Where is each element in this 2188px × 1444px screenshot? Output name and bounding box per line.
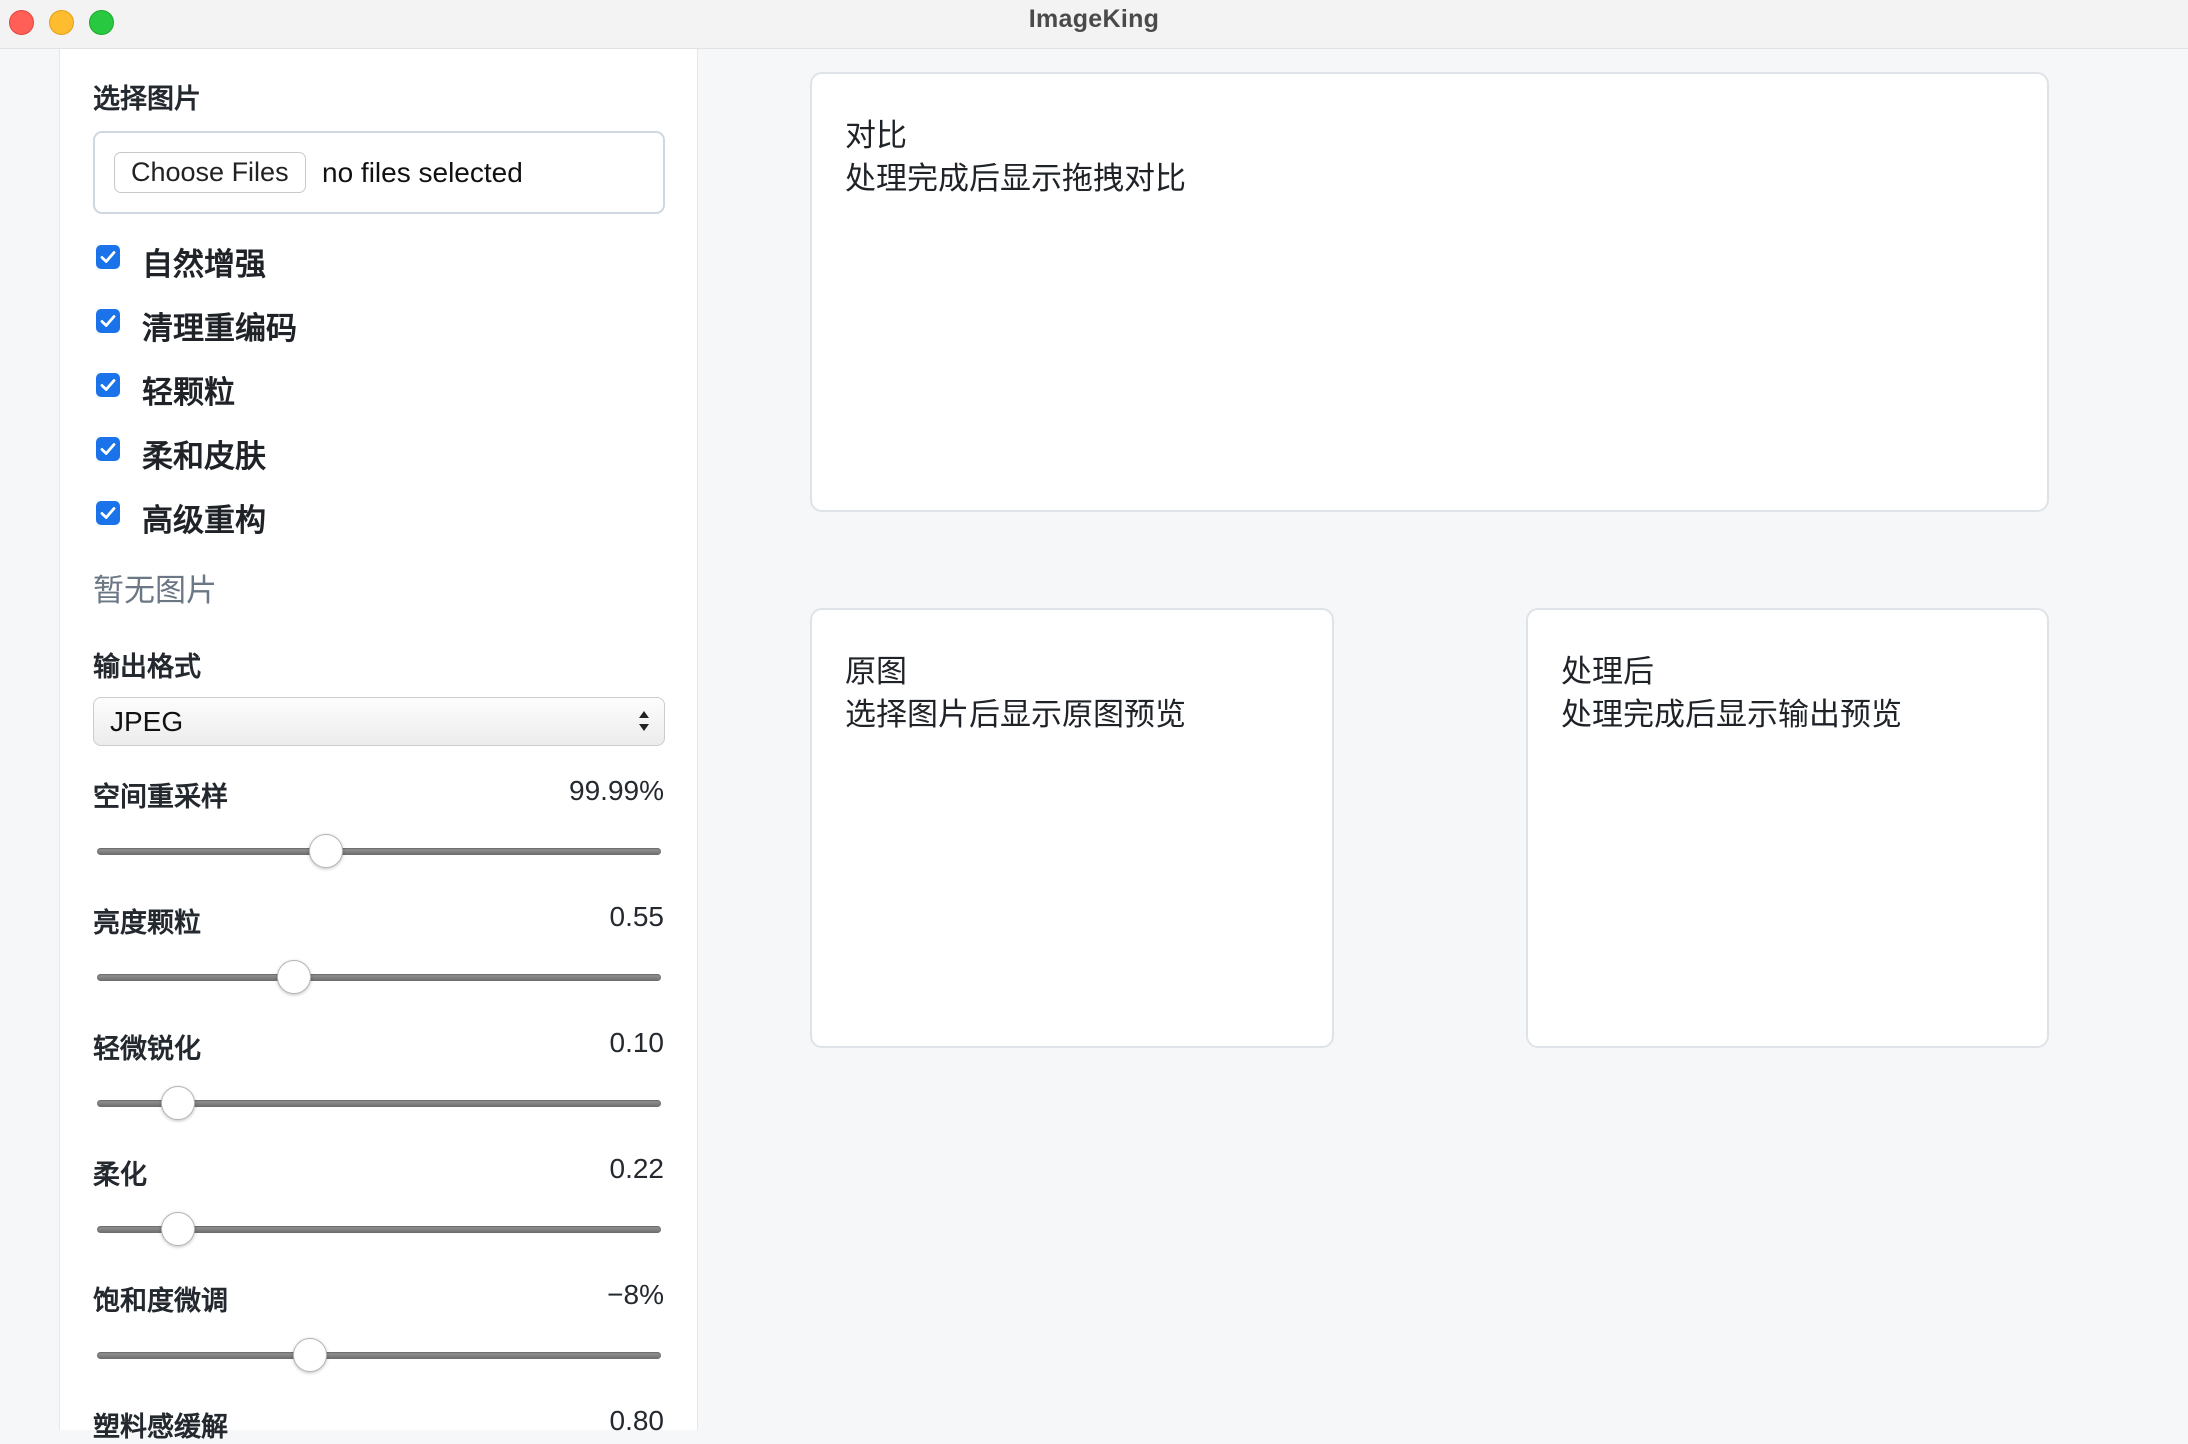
checkmark-icon (100, 315, 116, 327)
processed-title: 处理后 (1561, 654, 1654, 689)
output-format-label: 输出格式 (93, 652, 201, 682)
luma-grain-slider[interactable] (97, 960, 661, 994)
select-image-label: 选择图片 (93, 84, 201, 114)
file-input[interactable]: Choose Files no files selected (93, 131, 665, 214)
slider-value: 0.10 (609, 1027, 665, 1058)
slider-label: 亮度颗粒 (93, 908, 201, 938)
slider-label: 塑料感缓解 (93, 1412, 228, 1442)
slider-value: 99.99% (569, 775, 664, 806)
checkmark-icon (100, 251, 116, 263)
file-status-text: no files selected (322, 157, 523, 188)
checkbox[interactable] (96, 437, 120, 461)
no-image-text: 暂无图片 (93, 573, 217, 608)
processed-placeholder: 处理完成后显示输出预览 (1561, 697, 1902, 732)
light-sharpen-slider[interactable] (97, 1086, 661, 1120)
slider-value: 0.55 (609, 901, 665, 932)
slider-label: 轻微锐化 (93, 1034, 201, 1064)
slider-thumb[interactable] (160, 1086, 195, 1120)
slider-value: −8% (607, 1279, 664, 1310)
app-window: ImageKing 选择图片 Choose Files no files sel… (0, 0, 2188, 1442)
slider-thumb[interactable] (309, 834, 343, 868)
slider-value: 0.22 (609, 1153, 665, 1184)
output-format-select[interactable]: JPEG (93, 697, 665, 746)
option-label: 柔和皮肤 (142, 439, 266, 474)
slider-thumb[interactable] (277, 960, 312, 994)
checkmark-icon (100, 379, 116, 391)
compare-title: 对比 (845, 118, 907, 153)
slider-thumb[interactable] (160, 1212, 195, 1246)
option-label: 清理重编码 (142, 311, 297, 346)
original-placeholder: 选择图片后显示原图预览 (845, 697, 1186, 732)
title-bar: ImageKing (0, 0, 2188, 49)
checkbox[interactable] (96, 309, 120, 333)
slider-value: 0.80 (609, 1405, 665, 1436)
saturation-tweak-slider[interactable] (97, 1338, 661, 1372)
slider-label: 饱和度微调 (93, 1286, 228, 1316)
choose-files-button[interactable]: Choose Files (114, 152, 306, 193)
checkmark-icon (100, 443, 116, 455)
option-label: 高级重构 (142, 503, 266, 538)
compare-placeholder: 处理完成后显示拖拽对比 (845, 161, 1186, 196)
window-title: ImageKing (1028, 5, 1160, 33)
checkbox[interactable] (96, 245, 120, 269)
slider-label: 空间重采样 (93, 782, 228, 812)
option-label: 自然增强 (142, 247, 266, 282)
output-format-value: JPEG (110, 706, 184, 737)
original-preview-panel: 原图 选择图片后显示原图预览 (810, 608, 1334, 1048)
option-label: 轻颗粒 (142, 375, 235, 410)
updown-chevron-icon (639, 711, 649, 731)
original-title: 原图 (845, 654, 907, 689)
soften-slider[interactable] (97, 1212, 661, 1246)
checkmark-icon (100, 507, 116, 519)
slider-label: 柔化 (93, 1160, 147, 1190)
processed-preview-panel: 处理后 处理完成后显示输出预览 (1526, 608, 2049, 1048)
checkbox[interactable] (96, 373, 120, 397)
compare-panel[interactable]: 对比 处理完成后显示拖拽对比 (810, 72, 2049, 512)
slider-thumb[interactable] (293, 1338, 328, 1372)
checkbox[interactable] (96, 501, 120, 525)
spatial-resample-slider[interactable] (97, 834, 661, 868)
settings-sidebar: 选择图片 Choose Files no files selected 自然增强… (59, 49, 698, 1442)
